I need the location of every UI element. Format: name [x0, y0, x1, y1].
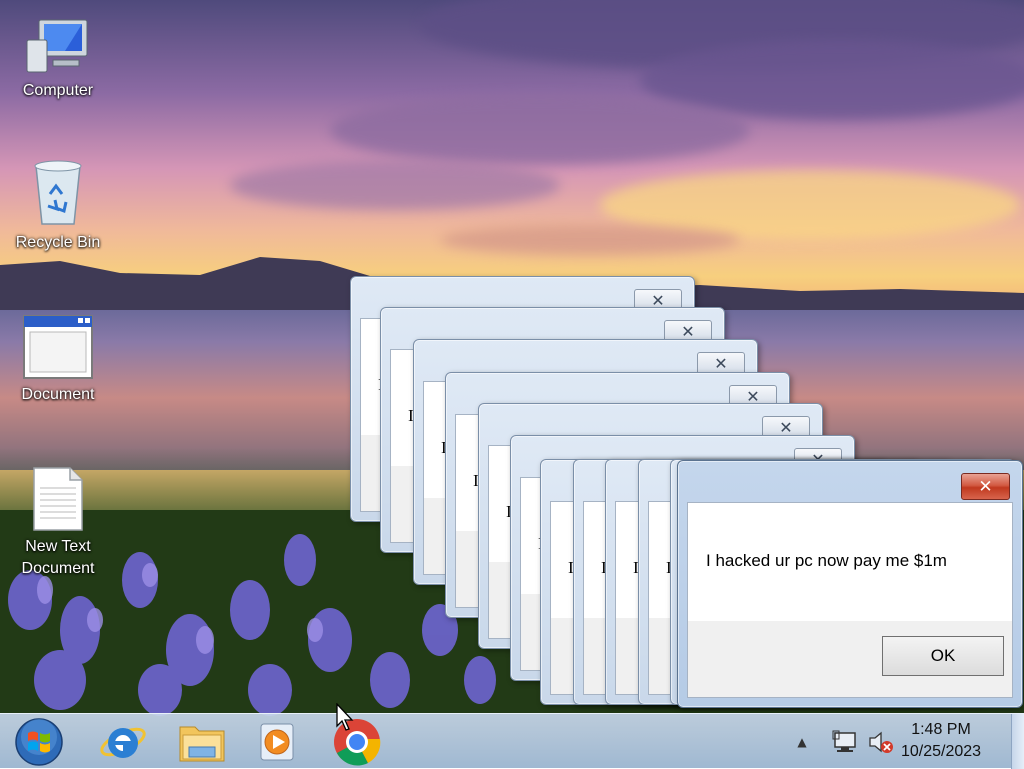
system-clock[interactable]: 1:48 PM 10/25/2023 — [886, 719, 996, 763]
desktop-icon-label: Document — [21, 386, 95, 403]
text-document-icon — [33, 467, 83, 531]
file-explorer-icon — [179, 726, 225, 762]
desktop-icon-document[interactable]: Document — [10, 314, 106, 406]
desktop-icon-new-text-document[interactable]: New Text Document — [10, 466, 106, 579]
wallpaper-cloud — [230, 160, 560, 210]
desktop-icon-label: Computer — [22, 82, 94, 99]
media-player-icon — [260, 723, 294, 761]
ok-button[interactable]: OK — [882, 636, 1004, 676]
internet-explorer-icon — [100, 727, 146, 758]
recycle-bin-icon — [34, 160, 82, 225]
dialog-body: I hacked ur pc now pay me $1m OK — [687, 502, 1013, 698]
wallpaper-cloud — [440, 225, 740, 255]
windows-start-orb-icon — [15, 718, 63, 766]
dialog-message: I hacked ur pc now pay me $1m — [706, 551, 947, 570]
start-button[interactable] — [8, 716, 70, 768]
desktop-icon-label: Recycle Bin — [15, 234, 101, 251]
clock-time: 1:48 PM — [911, 721, 971, 738]
close-button[interactable]: ✕ — [961, 473, 1010, 500]
mouse-cursor-icon — [336, 703, 354, 731]
clock-date: 10/25/2023 — [900, 743, 982, 760]
taskbar-file-explorer[interactable] — [171, 716, 233, 768]
show-hidden-icons-button[interactable]: ▲ — [792, 724, 812, 760]
document-window-icon — [23, 315, 93, 379]
desktop-icon-recycle-bin[interactable]: Recycle Bin — [10, 158, 106, 254]
ransom-message-dialog[interactable]: ✕ I hacked ur pc now pay me $1m OK — [677, 460, 1023, 708]
taskbar-internet-explorer[interactable] — [92, 716, 154, 768]
network-tray-button[interactable] — [830, 724, 860, 760]
network-icon — [832, 730, 856, 752]
wallpaper-cloud — [330, 95, 750, 165]
show-desktop-button[interactable] — [1011, 714, 1024, 769]
desktop-icon-computer[interactable]: Computer — [10, 18, 106, 102]
computer-icon — [26, 19, 88, 73]
taskbar: ▲ 1:48 PM 10/25/2023 — [0, 713, 1024, 769]
taskbar-media-player[interactable] — [246, 716, 308, 768]
desktop-icon-label: New Text Document — [21, 538, 95, 577]
